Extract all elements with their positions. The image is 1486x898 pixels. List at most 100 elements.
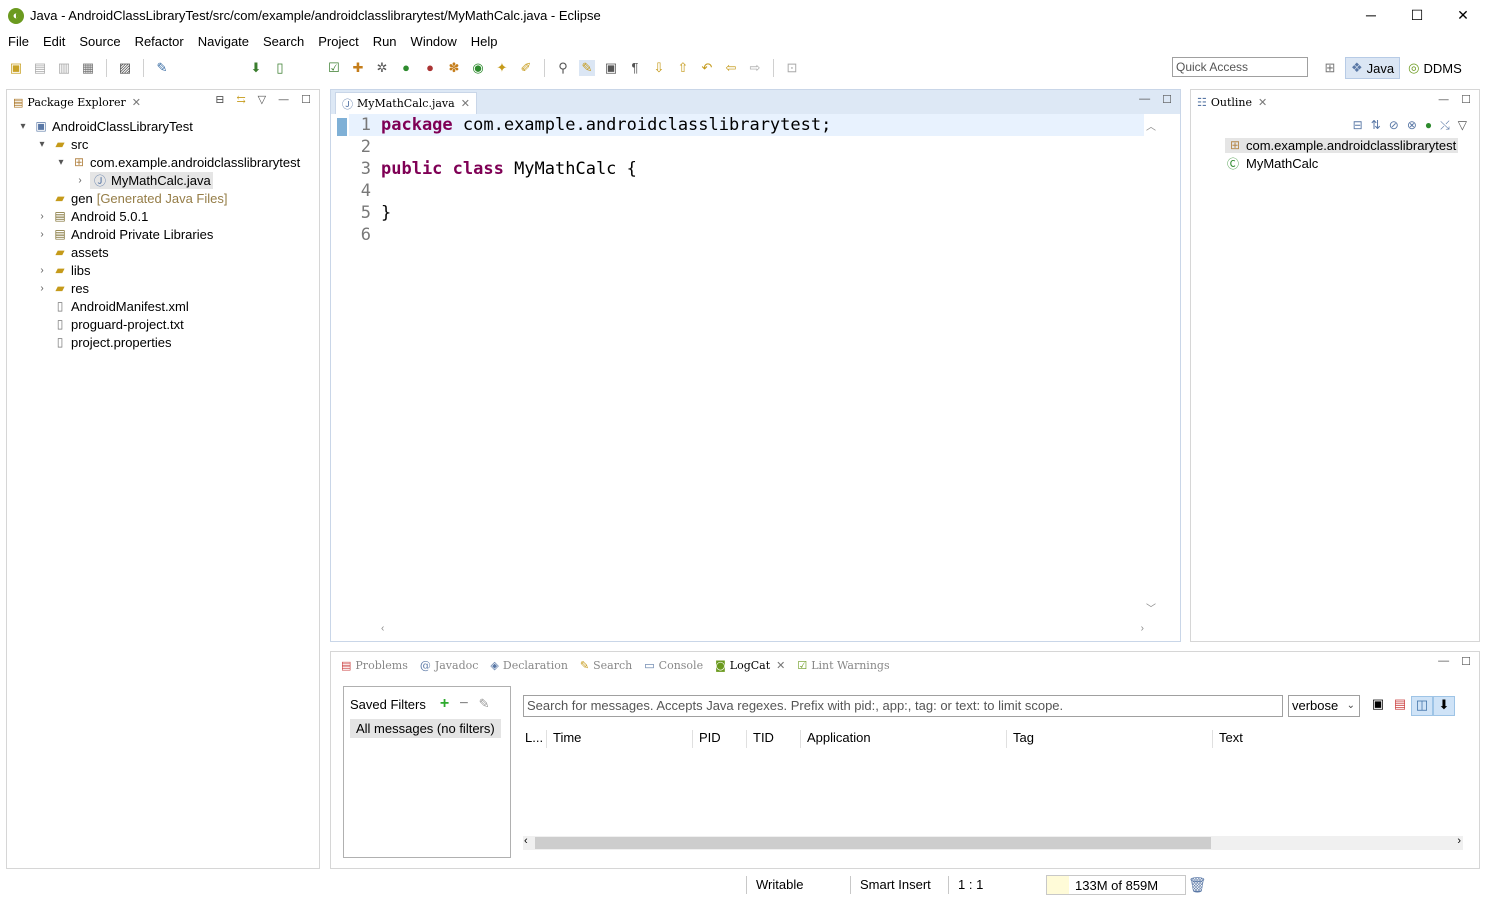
chevron-down-icon[interactable]: ▾ <box>55 157 67 168</box>
run-icon[interactable]: ● <box>398 60 414 76</box>
quick-access-input[interactable]: Quick Access <box>1172 57 1308 77</box>
external-tools-icon[interactable]: ✽ <box>446 60 462 76</box>
column-time[interactable]: Time <box>547 730 693 748</box>
close-icon[interactable]: ✕ <box>1258 96 1267 109</box>
logcat-horizontal-scrollbar[interactable]: ‹ › <box>523 835 1463 850</box>
forward-icon[interactable]: ⇨ <box>747 60 763 76</box>
trash-icon[interactable]: 🗑 <box>1188 876 1207 894</box>
menu-source[interactable]: Source <box>79 34 120 49</box>
tab-mymathcalc-java[interactable]: Ⓙ MyMathCalc.java ✕ <box>335 92 477 114</box>
block-selection-icon[interactable]: ▣ <box>603 60 619 76</box>
open-type-icon[interactable]: ✦ <box>494 60 510 76</box>
binary-icon[interactable]: ▨ <box>117 60 133 76</box>
minimize-view-icon[interactable]: — <box>278 93 289 106</box>
scroll-right-icon[interactable]: › <box>1457 835 1461 847</box>
back-icon[interactable]: ⇦ <box>723 60 739 76</box>
tab-lint-warnings[interactable]: ☑ Lint Warnings <box>791 654 895 676</box>
chevron-right-icon[interactable]: › <box>74 175 86 186</box>
minimize-button[interactable]: ─ <box>1348 0 1394 31</box>
tree-item-src[interactable]: ▾ ▰ src <box>7 135 319 153</box>
remove-filter-icon[interactable]: − <box>459 695 468 713</box>
outline-item-package[interactable]: ⊞ com.example.androidclasslibrarytest <box>1191 136 1479 154</box>
scroll-left-icon[interactable]: ‹ <box>381 623 384 634</box>
new-class-icon[interactable]: ✚ <box>350 60 366 76</box>
perspective-ddms[interactable]: ◎ DDMS <box>1403 58 1467 78</box>
minimize-view-icon[interactable]: — <box>1139 93 1150 106</box>
chevron-down-icon[interactable]: ▾ <box>17 121 29 132</box>
scroll-thumb[interactable] <box>535 837 1211 849</box>
scroll-up-icon[interactable]: ︿ <box>1144 118 1158 133</box>
logcat-search-input[interactable]: Search for messages. Accepts Java regexe… <box>523 695 1283 717</box>
tree-item-project[interactable]: ▾ ▣ AndroidClassLibraryTest <box>7 117 319 135</box>
annotation-icon[interactable]: ⚲ <box>555 60 571 76</box>
tab-package-explorer[interactable]: ▤ Package Explorer ✕ <box>7 91 147 113</box>
search-tool-icon[interactable]: ✐ <box>518 60 534 76</box>
sort-icon[interactable]: ⇅ <box>1371 118 1381 132</box>
save-log-icon[interactable]: ▣ <box>1367 696 1389 716</box>
menu-navigate[interactable]: Navigate <box>198 34 249 49</box>
close-button[interactable]: ✕ <box>1440 0 1486 31</box>
prev-annotation-icon[interactable]: ⇧ <box>675 60 691 76</box>
tree-item-manifest[interactable]: ▯ AndroidManifest.xml <box>7 297 319 315</box>
coverage-icon[interactable]: ● <box>422 60 438 76</box>
toggle-filters-icon[interactable]: ◫ <box>1411 696 1433 716</box>
minimize-view-icon[interactable]: — <box>1438 655 1449 668</box>
link-editor-icon[interactable]: ⇆ <box>236 93 245 106</box>
column-pid[interactable]: PID <box>693 730 747 748</box>
maximize-view-icon[interactable]: ☐ <box>1461 655 1471 668</box>
last-edit-icon[interactable]: ↶ <box>699 60 715 76</box>
chevron-right-icon[interactable]: › <box>36 265 48 276</box>
tree-item-package[interactable]: ▾ ⊞ com.example.androidclasslibrarytest <box>7 153 319 171</box>
menu-refactor[interactable]: Refactor <box>135 34 184 49</box>
tree-item-libs[interactable]: › ▰ libs <box>7 261 319 279</box>
save-all-icon[interactable]: ▥ <box>56 60 72 76</box>
sdk-manager-icon[interactable]: ⬇ <box>248 60 264 76</box>
maximize-view-icon[interactable]: ☐ <box>301 93 311 106</box>
tab-javadoc[interactable]: @ Javadoc <box>414 654 485 676</box>
outline-item-class[interactable]: Ⓒ MyMathCalc <box>1191 154 1479 172</box>
chevron-right-icon[interactable]: › <box>36 211 48 222</box>
maximize-view-icon[interactable]: ☐ <box>1162 93 1172 106</box>
add-filter-icon[interactable]: + <box>440 695 449 713</box>
tree-item-mymathcalc[interactable]: › Ⓙ MyMathCalc.java <box>7 171 319 189</box>
open-perspective-icon[interactable]: ⊞ <box>1322 60 1338 76</box>
filter-all-messages[interactable]: All messages (no filters) <box>350 719 501 738</box>
menu-help[interactable]: Help <box>471 34 498 49</box>
tree-item-private-libraries[interactable]: › ▤ Android Private Libraries <box>7 225 319 243</box>
scroll-right-icon[interactable]: › <box>1141 623 1144 634</box>
chevron-right-icon[interactable]: › <box>36 229 48 240</box>
maximize-button[interactable]: ☐ <box>1394 0 1440 31</box>
collapse-all-icon[interactable]: ⊟ <box>215 93 224 106</box>
new-icon[interactable]: ▣ <box>8 60 24 76</box>
perspective-java[interactable]: ❖ Java <box>1345 57 1401 79</box>
hide-static-icon[interactable]: ⊗ <box>1407 118 1417 132</box>
scroll-left-icon[interactable]: ‹ <box>524 835 528 847</box>
column-text[interactable]: Text <box>1213 730 1453 748</box>
edit-filter-icon[interactable]: ✎ <box>479 696 490 712</box>
column-tag[interactable]: Tag <box>1007 730 1213 748</box>
editor-vertical-scrollbar[interactable]: ︿ ﹀ <box>1144 114 1158 619</box>
maximize-view-icon[interactable]: ☐ <box>1461 93 1471 106</box>
new-java-class-icon[interactable]: ◉ <box>470 60 486 76</box>
clear-log-icon[interactable]: ▤ <box>1389 696 1411 716</box>
tab-problems[interactable]: ▤ Problems <box>335 654 414 676</box>
hide-fields-icon[interactable]: ⊘ <box>1389 118 1399 132</box>
view-menu-icon[interactable]: ▽ <box>258 93 266 106</box>
chevron-down-icon[interactable]: ▾ <box>36 139 48 150</box>
scroll-lock-icon[interactable]: ⬇ <box>1433 696 1455 716</box>
whitespace-icon[interactable]: ¶ <box>627 60 643 76</box>
tree-item-res[interactable]: › ▰ res <box>7 279 319 297</box>
pin-icon[interactable]: ✎ <box>154 60 170 76</box>
tree-item-project-properties[interactable]: ▯ project.properties <box>7 333 319 351</box>
scroll-down-icon[interactable]: ﹀ <box>1144 600 1158 615</box>
tree-item-gen[interactable]: ▰ gen [Generated Java Files] <box>7 189 319 207</box>
hide-nonpublic-icon[interactable]: ● <box>1425 118 1432 132</box>
menu-run[interactable]: Run <box>373 34 397 49</box>
print-icon[interactable]: ▦ <box>80 60 96 76</box>
tree-item-assets[interactable]: ▰ assets <box>7 243 319 261</box>
tab-console[interactable]: ▭ Console <box>638 654 709 676</box>
column-level[interactable]: L... <box>523 730 547 748</box>
save-icon[interactable]: ▤ <box>32 60 48 76</box>
checkbox-icon[interactable]: ☑ <box>326 60 342 76</box>
close-icon[interactable]: ✕ <box>461 97 470 110</box>
